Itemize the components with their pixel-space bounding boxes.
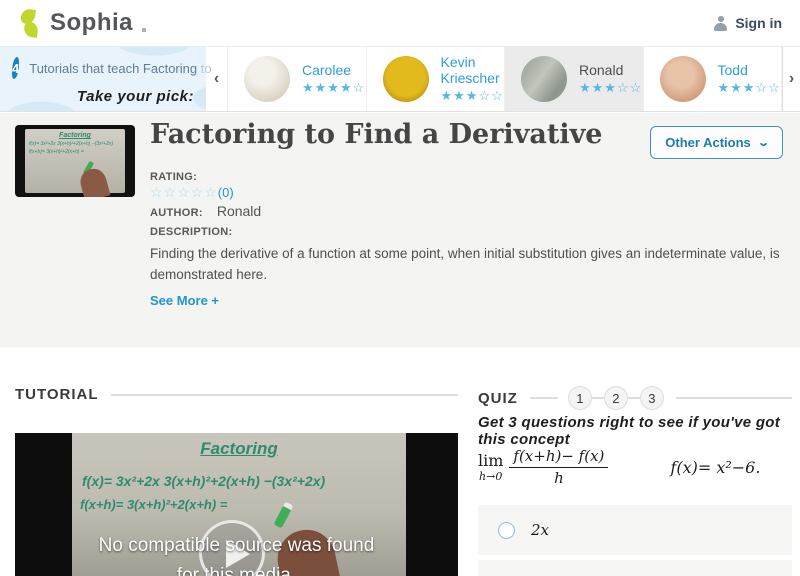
description-block: DESCRIPTION: Finding the derivative of a…: [150, 226, 798, 285]
brand-dot: [142, 28, 147, 32]
quiz-question-formula: lim h→0 f(x+h)− f(x) h f(x)= x²−6.: [478, 447, 761, 488]
answer-option-1[interactable]: 2x: [478, 505, 792, 555]
difference-quotient-fraction: f(x+h)− f(x) h: [509, 447, 609, 488]
rating-count-link[interactable]: (0): [218, 185, 234, 200]
instructor-card-carolee[interactable]: Carolee ★★★★☆: [228, 47, 367, 111]
carousel-tagline: Take your pick:: [77, 88, 194, 105]
top-header: Sophia Sign in: [0, 0, 800, 46]
tutorial-heading-label: TUTORIAL: [15, 386, 99, 403]
sign-in-button[interactable]: Sign in: [713, 15, 782, 31]
instructor-card-kevin[interactable]: Kevin Kriescher ★★★☆☆: [366, 47, 505, 111]
star-rating: ★★★☆☆: [579, 80, 643, 95]
limit-symbol: lim h→0: [478, 451, 504, 484]
star-rating: ★★★★☆: [302, 80, 366, 95]
author-label: AUTHOR:: [150, 207, 203, 219]
carousel-intro: 4 Tutorials that teach Factoring to Take…: [0, 47, 212, 111]
instructor-name: Carolee: [302, 62, 352, 78]
sophia-logo-icon: [18, 8, 42, 38]
other-actions-label: Other Actions: [665, 135, 751, 150]
brand-name: Sophia: [50, 9, 134, 36]
rating-label: RATING:: [150, 171, 198, 183]
divider-line: [675, 397, 792, 399]
carousel-prev-icon[interactable]: ‹: [206, 47, 228, 111]
avatar: [659, 56, 706, 102]
page-title: Factoring to Find a Derivative: [150, 119, 603, 150]
sign-in-label: Sign in: [735, 15, 782, 31]
person-icon: [713, 15, 728, 31]
instructor-name: Todd: [717, 62, 748, 78]
description-label: DESCRIPTION:: [150, 226, 233, 238]
instructor-cards: Carolee ★★★★☆ Kevin Kriescher ★★★☆☆ Rona…: [228, 47, 782, 111]
instructor-carousel: 4 Tutorials that teach Factoring to Take…: [0, 46, 800, 112]
page: Sophia Sign in 4 Tutorials that teach Fa…: [0, 0, 800, 576]
tutorial-thumbnail[interactable]: Factoring f(x)= 3x²+2x 3(x+h)²+2(x+h) −(…: [15, 125, 135, 197]
thumbnail-whiteboard: Factoring f(x)= 3x²+2x 3(x+h)²+2(x+h) −(…: [25, 129, 125, 197]
carousel-next-icon[interactable]: ›: [782, 47, 800, 111]
rating-stars: ☆☆☆☆☆: [150, 184, 218, 200]
divider-line: [529, 397, 558, 399]
instructor-card-ronald-selected[interactable]: Ronald ★★★☆☆: [505, 47, 644, 111]
step-3: 3: [639, 386, 664, 410]
description-text: Finding the derivative of a function at …: [150, 246, 780, 282]
instructor-name: Kevin Kriescher: [440, 54, 500, 86]
quiz-heading-label: QUIZ: [478, 389, 518, 407]
star-rating: ★★★☆☆: [440, 88, 504, 103]
quiz-section-heading: QUIZ 1 2 3: [478, 386, 792, 410]
avatar: [382, 56, 429, 102]
rating-block: RATING: ☆☆☆☆☆ (0): [150, 171, 234, 201]
video-error-message: No compatible source was found for this …: [98, 535, 375, 576]
tutorial-video-player[interactable]: Factoring f(x)= 3x²+2x 3(x+h)²+2(x+h) −(…: [15, 433, 458, 576]
tutorial-info-band: Factoring f(x)= 3x²+2x 3(x+h)²+2(x+h) −(…: [0, 113, 800, 347]
function-definition: f(x)= x²−6.: [670, 458, 761, 478]
quiz-step-indicator: 1 2 3: [567, 386, 664, 410]
author-name: Ronald: [216, 203, 262, 219]
author-row: AUTHOR: Ronald: [150, 203, 261, 219]
other-actions-button[interactable]: Other Actions ⌄: [650, 126, 783, 159]
avatar: [244, 56, 290, 102]
star-rating: ★★★☆☆: [717, 80, 781, 95]
step-1: 1: [567, 386, 592, 410]
tutorial-section-heading: TUTORIAL: [15, 386, 458, 403]
avatar: [521, 56, 567, 102]
sophia-logo[interactable]: Sophia: [18, 8, 147, 38]
step-2: 2: [603, 386, 628, 410]
chevron-down-icon: ⌄: [756, 137, 770, 149]
quiz-prompt: Get 3 questions right to see if you've g…: [478, 414, 781, 448]
radio-button[interactable]: [498, 521, 515, 539]
carousel-label: Tutorials that teach Factoring to: [29, 60, 212, 76]
instructor-card-todd[interactable]: Todd ★★★☆☆: [643, 47, 782, 111]
instructor-name: Ronald: [579, 62, 624, 78]
see-more-link[interactable]: See More +: [150, 293, 219, 308]
answer-option-2[interactable]: −6x: [478, 560, 792, 576]
tutorial-count-badge: 4: [12, 57, 20, 79]
answer-option-label: 2x: [531, 521, 550, 539]
divider-line: [110, 393, 458, 396]
